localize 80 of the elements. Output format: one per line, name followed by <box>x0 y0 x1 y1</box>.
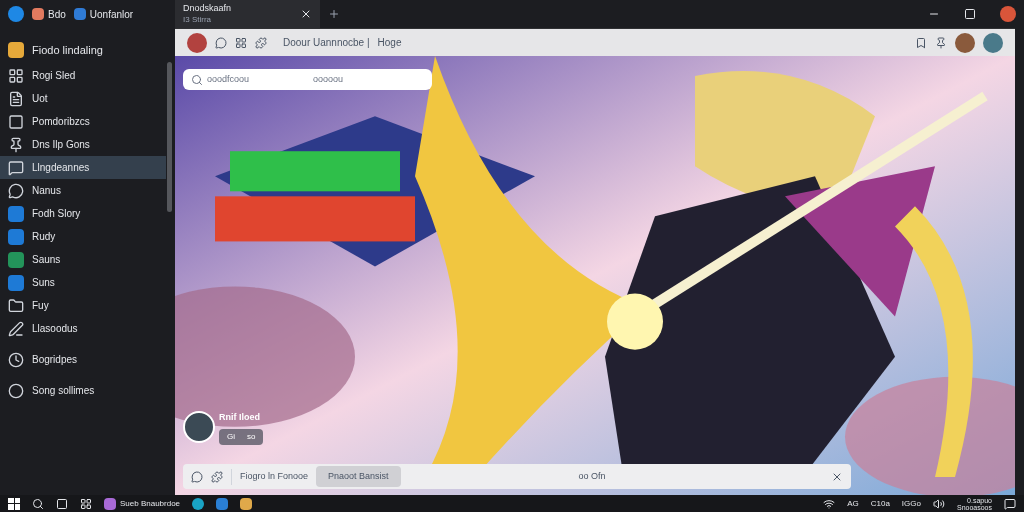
sidebar-item[interactable]: Rudy <box>0 225 166 248</box>
pinned-tab[interactable]: Uonfanlor <box>73 6 134 22</box>
sidebar-item[interactable]: Fodh Slory <box>0 202 166 225</box>
sidebar-item[interactable]: Llngdeannes <box>0 156 166 179</box>
app-icon[interactable] <box>216 497 229 510</box>
profile-name: Rnif Iloed <box>219 411 261 424</box>
app-icon[interactable] <box>240 497 253 510</box>
clock-icon <box>8 351 24 368</box>
tab-subtitle: I3 Stirra <box>183 14 212 25</box>
search-icon[interactable] <box>32 497 44 510</box>
sidebar-item[interactable]: Pomdoribzcs <box>0 110 166 133</box>
browser-tab[interactable]: Dnodskaafn I3 Stirra <box>175 0 320 28</box>
tab-title: Dnodskaafn <box>183 3 233 15</box>
widgets-icon[interactable] <box>80 497 92 510</box>
search-placeholder: ooodfcoou <box>207 72 250 86</box>
sidebar-item[interactable]: Suns <box>0 271 166 294</box>
chat-icon <box>8 182 24 199</box>
sidebar-item[interactable]: Uot <box>0 87 166 110</box>
scrollbar[interactable] <box>167 62 172 212</box>
sidebar-item[interactable]: Nanus <box>0 179 166 202</box>
notification-icon[interactable] <box>1004 497 1016 510</box>
action-button[interactable]: Pnaoot Bansist <box>316 466 401 487</box>
app-icon <box>104 497 116 510</box>
task-view-icon[interactable] <box>56 497 68 510</box>
document-icon <box>8 90 24 107</box>
puzzle-icon[interactable] <box>255 36 267 49</box>
app-icon[interactable] <box>192 497 205 510</box>
sidebar-item[interactable]: Song sollimes <box>0 379 166 402</box>
chat-icon[interactable] <box>191 470 203 483</box>
stat-text: Gi <box>227 430 235 443</box>
chat-icon[interactable] <box>215 36 227 49</box>
app-icon <box>8 274 24 291</box>
status-text: oo Ofn <box>578 469 607 483</box>
sidebar-item[interactable]: Llasoodus <box>0 317 166 340</box>
wifi-icon[interactable] <box>823 497 836 510</box>
tray-text[interactable]: AG <box>847 497 859 510</box>
tray-text[interactable]: IGGo <box>901 497 921 510</box>
taskbar-app[interactable]: Sueb Bnaubrdoe <box>104 497 181 510</box>
stat-text: so <box>247 430 256 443</box>
browser-logo-icon[interactable] <box>8 6 24 22</box>
search-field[interactable]: ooodfcoou ooooou <box>183 69 432 90</box>
bookmark-icon[interactable] <box>915 36 927 49</box>
address-text[interactable]: Doour Uannnocbe | <box>283 35 370 50</box>
sidebar-item[interactable]: Bogridpes <box>0 348 166 371</box>
pinned-tab[interactable]: Bdo <box>32 6 66 22</box>
sidebar-header: Fiodo lindaling <box>32 42 103 58</box>
avatar-icon[interactable] <box>955 32 975 53</box>
avatar-icon[interactable] <box>1000 6 1016 22</box>
puzzle-icon[interactable] <box>211 470 223 483</box>
nav-link[interactable]: Hoge <box>377 35 402 50</box>
grid-icon <box>8 67 24 84</box>
search-icon <box>191 73 203 86</box>
sidebar-item[interactable]: Dns Ilp Gons <box>0 133 166 156</box>
search-hint: ooooou <box>313 72 344 86</box>
circle-icon <box>8 382 24 399</box>
chat-icon <box>8 159 24 176</box>
start-icon[interactable] <box>8 497 20 510</box>
close-icon[interactable] <box>300 8 312 20</box>
app-icon <box>8 228 24 245</box>
square-icon <box>8 113 24 130</box>
folder-icon <box>8 297 24 314</box>
app-icon <box>8 205 24 222</box>
sidebar-item[interactable]: Sauns <box>0 248 166 271</box>
app-icon <box>8 251 24 268</box>
grid-icon[interactable] <box>235 36 247 49</box>
maximize-icon[interactable] <box>964 8 976 20</box>
bar-label: Fiogro ln Fonooe <box>240 469 309 483</box>
pen-icon <box>8 320 24 337</box>
tab-icon <box>73 8 86 20</box>
new-tab-icon[interactable] <box>328 8 340 20</box>
app-icon <box>8 42 24 58</box>
volume-icon[interactable] <box>932 497 945 510</box>
sidebar-item[interactable]: Rogi Sled <box>0 64 166 87</box>
tray-text[interactable]: C10a <box>870 497 890 510</box>
tab-icon <box>32 8 44 20</box>
avatar-icon[interactable] <box>187 32 207 53</box>
sidebar-item[interactable]: Fuy <box>0 294 166 317</box>
avatar-icon[interactable] <box>983 32 1003 53</box>
pin-icon[interactable] <box>935 36 947 49</box>
pin-icon <box>8 136 24 153</box>
